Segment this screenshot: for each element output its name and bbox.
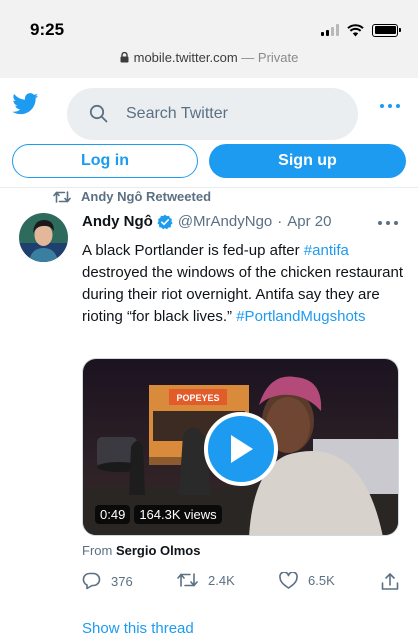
video-meta: 0:49 164.3K views bbox=[95, 505, 222, 524]
address-bar[interactable]: mobile.twitter.com — Private bbox=[0, 50, 418, 65]
tweet-text-part-1: A black Portlander is fed-up after bbox=[82, 242, 304, 259]
header-separator: · bbox=[277, 213, 283, 230]
search-input[interactable]: Search Twitter bbox=[126, 105, 228, 123]
hashtag-antifa[interactable]: #antifa bbox=[304, 242, 349, 259]
tweet-header: Andy Ngô @MrAndyNgo · Apr 20 bbox=[82, 213, 331, 230]
from-source[interactable]: Sergio Olmos bbox=[116, 543, 201, 558]
like-icon bbox=[279, 572, 298, 589]
retweet-label: Andy Ngô Retweeted bbox=[81, 189, 212, 204]
show-thread-link[interactable]: Show this thread bbox=[82, 620, 194, 637]
author-handle[interactable]: @MrAndyNgo bbox=[178, 213, 272, 230]
media-attribution: From Sergio Olmos bbox=[82, 543, 200, 558]
reply-button[interactable]: 376 bbox=[82, 572, 133, 590]
url-separator: — bbox=[237, 50, 258, 65]
share-button[interactable] bbox=[381, 572, 399, 591]
browser-chrome: 9:25 mobile.twitter.com — Private bbox=[0, 0, 418, 78]
tweet-date[interactable]: Apr 20 bbox=[287, 213, 331, 230]
tweet-actions: 376 2.4K 6.5K bbox=[82, 572, 402, 594]
from-label: From bbox=[82, 543, 116, 558]
avatar[interactable] bbox=[19, 213, 68, 262]
private-label: Private bbox=[257, 50, 299, 65]
search-bar[interactable]: Search Twitter bbox=[67, 88, 358, 140]
tweet-more-icon[interactable] bbox=[378, 221, 398, 225]
play-icon bbox=[231, 435, 253, 463]
video-views: 164.3K views bbox=[134, 505, 222, 524]
search-icon bbox=[89, 104, 108, 123]
hashtag-portlandmugshots[interactable]: #PortlandMugshots bbox=[236, 308, 365, 325]
bird-icon[interactable] bbox=[12, 93, 39, 115]
tweet-text: A black Portlander is fed-up after #anti… bbox=[82, 240, 404, 328]
video-player[interactable]: POPEYES 0:49 164.3K views bbox=[82, 358, 399, 536]
battery-icon bbox=[372, 23, 401, 37]
more-icon[interactable] bbox=[380, 104, 400, 108]
retweet-icon bbox=[177, 573, 198, 587]
header-divider bbox=[0, 187, 418, 188]
login-button[interactable]: Log in bbox=[12, 144, 198, 178]
retweet-count: 2.4K bbox=[208, 572, 235, 588]
twitter-header: Search Twitter Log in Sign up bbox=[0, 78, 418, 190]
popeyes-sign: POPEYES bbox=[176, 393, 219, 403]
verified-icon bbox=[157, 214, 173, 230]
wifi-icon bbox=[347, 23, 364, 36]
retweet-button[interactable]: 2.4K bbox=[177, 572, 235, 588]
signal-icon bbox=[321, 24, 339, 36]
status-icons bbox=[321, 22, 401, 38]
like-count: 6.5K bbox=[308, 573, 335, 588]
play-button[interactable] bbox=[204, 412, 278, 486]
share-icon bbox=[381, 573, 399, 590]
signup-button[interactable]: Sign up bbox=[209, 144, 406, 178]
author-name[interactable]: Andy Ngô bbox=[82, 213, 153, 230]
retweet-icon bbox=[53, 190, 71, 203]
url-text: mobile.twitter.com bbox=[133, 50, 238, 65]
reply-icon bbox=[82, 572, 101, 590]
reply-count: 376 bbox=[111, 573, 133, 589]
retweet-context[interactable]: Andy Ngô Retweeted bbox=[53, 189, 211, 204]
video-duration: 0:49 bbox=[95, 505, 131, 524]
lock-icon bbox=[120, 52, 129, 63]
status-time: 9:25 bbox=[30, 20, 65, 39]
like-button[interactable]: 6.5K bbox=[279, 572, 335, 589]
